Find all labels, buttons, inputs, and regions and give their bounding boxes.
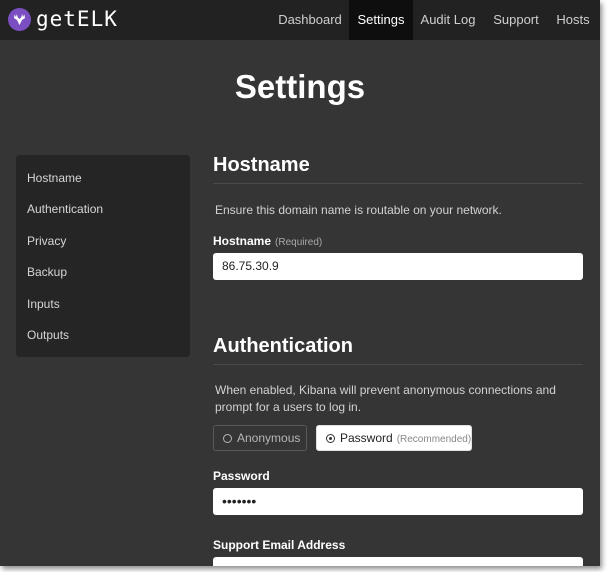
sidebar-item-hostname[interactable]: Hostname bbox=[27, 171, 82, 185]
hostname-input[interactable]: 86.75.30.9 bbox=[213, 253, 583, 280]
sidebar-item-backup[interactable]: Backup bbox=[27, 265, 67, 279]
brand-name[interactable]: getELK bbox=[36, 7, 118, 31]
sidebar-item-authentication[interactable]: Authentication bbox=[27, 202, 103, 216]
required-hint: (Required) bbox=[275, 237, 323, 248]
recommended-hint: (Recommended) bbox=[396, 434, 472, 445]
nav-support[interactable]: Support bbox=[486, 0, 546, 40]
sidebar-item-privacy[interactable]: Privacy bbox=[27, 234, 66, 248]
section-divider bbox=[213, 364, 583, 365]
hostname-heading: Hostname bbox=[213, 154, 310, 176]
elk-logo-icon[interactable] bbox=[8, 8, 31, 31]
support-email-input[interactable] bbox=[213, 557, 583, 566]
authentication-help-text: When enabled, Kibana will prevent anonym… bbox=[215, 383, 556, 414]
radio-checked-icon bbox=[326, 434, 335, 443]
nav-hosts[interactable]: Hosts bbox=[550, 0, 596, 40]
nav-settings[interactable]: Settings bbox=[349, 0, 413, 40]
top-navbar: getELK Dashboard Settings Audit Log Supp… bbox=[0, 0, 600, 40]
nav-dashboard[interactable]: Dashboard bbox=[272, 0, 348, 40]
sidebar-item-inputs[interactable]: Inputs bbox=[27, 297, 60, 311]
support-email-label: Support Email Address bbox=[213, 538, 346, 552]
sidebar-item-outputs[interactable]: Outputs bbox=[27, 328, 69, 342]
section-divider bbox=[213, 183, 583, 184]
nav-audit-log[interactable]: Audit Log bbox=[414, 0, 482, 40]
password-option-label: Password bbox=[340, 431, 393, 445]
hostname-field-label: Hostname (Required) bbox=[213, 234, 322, 248]
page-title: Settings bbox=[234, 68, 366, 105]
hostname-help-text: Ensure this domain name is routable on y… bbox=[215, 203, 502, 217]
settings-sidebar: Hostname Authentication Privacy Backup I… bbox=[16, 155, 190, 357]
anonymous-option-label: Anonymous bbox=[237, 431, 301, 445]
password-field-label: Password bbox=[213, 469, 270, 483]
authentication-heading: Authentication bbox=[213, 335, 353, 357]
radio-unchecked-icon bbox=[223, 434, 232, 443]
app-window: getELK Dashboard Settings Audit Log Supp… bbox=[0, 0, 600, 566]
hostname-label-text: Hostname bbox=[213, 234, 272, 248]
password-input[interactable]: ••••••• bbox=[213, 488, 583, 515]
anonymous-option-button[interactable]: Anonymous bbox=[213, 425, 307, 451]
password-option-button[interactable]: Password (Recommended) bbox=[316, 425, 472, 451]
